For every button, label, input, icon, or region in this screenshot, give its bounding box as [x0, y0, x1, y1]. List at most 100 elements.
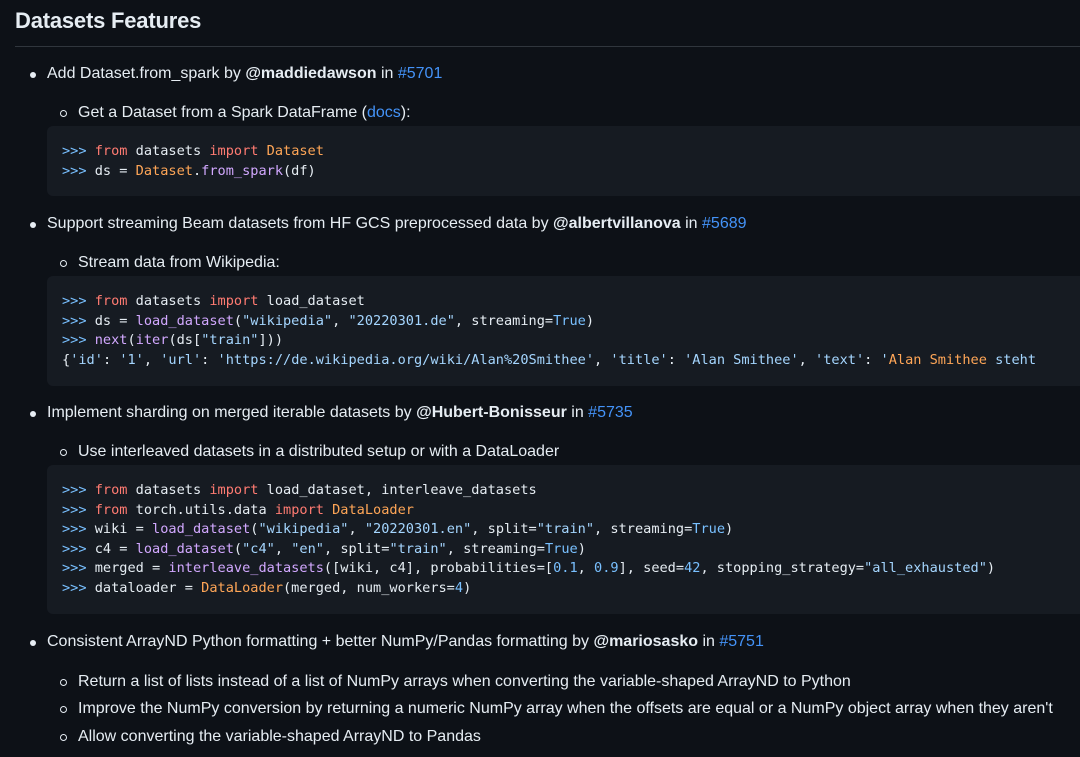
code-token: >>> — [62, 482, 95, 498]
code-token: 'title' — [610, 351, 668, 368]
code-token: ([wiki, c4], probabilities=[ — [323, 560, 554, 577]
code-text[interactable]: >>> from datasets import load_dataset >>… — [47, 276, 1080, 370]
code-line: >>> merged = interleave_datasets([wiki, … — [62, 560, 995, 576]
feature-text: Implement sharding on merged iterable da… — [47, 404, 417, 421]
title-divider — [15, 46, 1080, 47]
code-token: , streaming= — [594, 521, 693, 538]
user-link[interactable]: @albertvillanova — [553, 215, 681, 232]
sub-item-spark-dataframe: Get a Dataset from a Spark DataFrame (do… — [60, 104, 411, 122]
in-text: in — [566, 404, 589, 421]
code-token: 4 — [454, 579, 464, 596]
code-token: ])) — [258, 332, 284, 349]
code-token: . — [192, 162, 202, 179]
code-token: ], seed= — [618, 560, 685, 577]
code-token: , — [348, 521, 365, 538]
code-token: iter — [135, 332, 169, 349]
sub-item-list-of-lists: Return a list of lists instead of a list… — [60, 673, 851, 690]
code-token: 'text' — [815, 351, 865, 368]
code-token: 0.9 — [594, 560, 619, 577]
feature-text: Add Dataset.from_spark by — [47, 65, 246, 82]
code-token: 'Alan Smithee' — [684, 351, 799, 368]
code-token: next — [94, 332, 128, 349]
code-line: >>> dataloader = DataLoader(merged, num_… — [62, 580, 471, 596]
pr-link[interactable]: #5701 — [398, 65, 443, 82]
code-token: import — [209, 293, 259, 309]
user-link[interactable]: @mariosasko — [593, 633, 698, 650]
code-text[interactable]: >>> from datasets import Dataset >>> ds … — [47, 126, 1080, 181]
sub-text: Get a Dataset from a Spark DataFrame ( — [78, 104, 367, 121]
code-token: : — [864, 351, 881, 368]
code-token: "20220301.de" — [348, 312, 455, 329]
code-token: Dataset — [135, 162, 193, 179]
code-token: >>> — [62, 332, 95, 349]
code-token: (df) — [283, 162, 316, 179]
code-token: ) — [986, 560, 996, 577]
code-line: >>> next(iter(ds["train"])) — [62, 332, 283, 348]
page-title: Datasets Features — [15, 8, 202, 33]
code-token: >>> — [62, 521, 95, 538]
code-token: , — [594, 351, 611, 368]
code-token: ) — [585, 312, 595, 329]
code-token: ( — [127, 332, 136, 349]
feature-item-arraynd: Consistent ArrayND Python formatting + b… — [30, 633, 764, 651]
code-token: from — [94, 293, 128, 309]
code-token: from — [94, 482, 128, 498]
code-token: import — [209, 143, 259, 159]
code-token: >>> — [62, 293, 95, 309]
code-token: True — [692, 521, 726, 538]
code-line: >>> from torch.utils.data import DataLoa… — [62, 502, 414, 518]
code-token: , stopping_strategy= — [700, 560, 865, 577]
code-token: : — [667, 351, 685, 368]
code-token: >>> — [62, 560, 95, 577]
code-token: 42 — [684, 560, 701, 577]
pr-link[interactable]: #5751 — [719, 633, 764, 650]
code-token: (merged, num_workers= — [283, 579, 455, 596]
sub-item-stream-wikipedia: Stream data from Wikipedia: — [60, 254, 280, 271]
code-token: steht — [986, 351, 1037, 368]
code-token: >>> — [62, 540, 95, 557]
code-line: >>> wiki = load_dataset("wikipedia", "20… — [62, 521, 733, 537]
feature-text: Support streaming Beam datasets from HF … — [47, 215, 554, 232]
code-token: torch.utils.data — [127, 501, 275, 518]
code-token: >>> — [62, 501, 95, 518]
feature-item-sharding: Implement sharding on merged iterable da… — [30, 404, 633, 422]
code-token: merged = — [94, 560, 169, 577]
pr-link[interactable]: #5689 — [702, 215, 747, 232]
code-line: {'id': '1', 'url': 'https://de.wikipedia… — [62, 352, 1036, 368]
in-text: in — [680, 215, 703, 232]
code-token: "train" — [389, 540, 447, 557]
code-token: load_dataset — [258, 293, 365, 309]
user-link[interactable]: @Hubert-Bonisseur — [416, 404, 567, 421]
docs-link[interactable]: docs — [367, 104, 401, 121]
sub-item-pandas: Allow converting the variable-shaped Arr… — [60, 728, 481, 745]
code-block: >>> from datasets import Dataset >>> ds … — [47, 126, 1080, 196]
code-token: >>> — [62, 579, 95, 596]
code-token: { — [62, 351, 71, 368]
code-token: , — [332, 312, 349, 329]
code-token: ' — [880, 351, 889, 368]
sub-item-numpy-conversion: Improve the NumPy conversion by returnin… — [60, 700, 1053, 717]
code-token: ( — [233, 312, 243, 329]
code-text[interactable]: >>> from datasets import load_dataset, i… — [47, 465, 1080, 599]
user-link[interactable]: @maddiedawson — [245, 65, 376, 82]
code-token: ( — [233, 540, 243, 557]
code-token: "wikipedia" — [258, 521, 349, 538]
code-token: from — [94, 143, 128, 159]
code-token: load_dataset — [135, 312, 234, 329]
code-token: (ds[ — [168, 332, 202, 349]
code-token: ds = — [94, 312, 136, 329]
code-token: "20220301.en" — [364, 521, 472, 538]
code-token: '1' — [119, 351, 144, 368]
code-token: "en" — [291, 540, 324, 557]
code-token: Dataset — [266, 143, 324, 159]
code-token: DataLoader — [201, 579, 283, 596]
code-token: datasets — [127, 482, 210, 498]
code-token: import — [209, 482, 259, 498]
code-token: from_spark — [201, 162, 283, 179]
feature-item-from-spark: Add Dataset.from_spark by @maddiedawson … — [29, 65, 443, 83]
code-token: 0.1 — [553, 560, 578, 577]
code-token: import — [274, 501, 324, 518]
pr-link[interactable]: #5735 — [588, 404, 633, 421]
code-token: from — [94, 501, 128, 518]
code-token: >>> — [62, 143, 95, 159]
